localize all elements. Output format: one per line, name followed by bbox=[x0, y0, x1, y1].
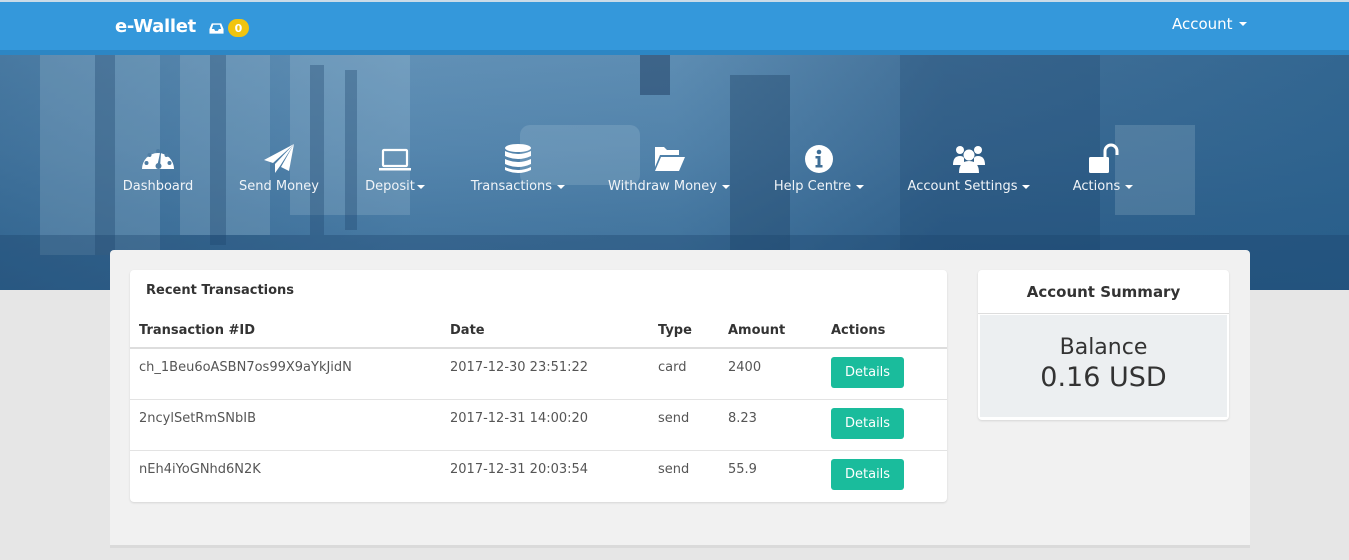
paper-plane-icon bbox=[264, 144, 294, 173]
column-header-date: Date bbox=[441, 313, 649, 349]
database-icon bbox=[505, 144, 531, 173]
caret-down-icon bbox=[557, 184, 566, 189]
caret-down-icon bbox=[721, 184, 730, 189]
nav-withdraw-money[interactable]: Withdraw Money bbox=[608, 143, 730, 194]
users-icon bbox=[953, 146, 985, 173]
nav-transactions[interactable]: Transactions bbox=[470, 143, 566, 194]
nav-send-money[interactable]: Send Money bbox=[239, 143, 319, 194]
details-button[interactable]: Details bbox=[831, 407, 905, 439]
card-title: Account Summary bbox=[978, 270, 1229, 314]
nav-account-settings[interactable]: Account Settings bbox=[907, 143, 1031, 194]
account-summary-card: Account Summary Balance 0.16 USD bbox=[978, 270, 1229, 420]
column-header-type: Type bbox=[649, 313, 719, 349]
details-button[interactable]: Details bbox=[831, 357, 905, 388]
nav-help-centre[interactable]: Help Centre bbox=[773, 143, 865, 194]
brand-logo[interactable]: e-Wallet bbox=[115, 16, 196, 37]
transaction-date: 2017-12-31 14:00:20 bbox=[441, 399, 649, 451]
nav-label: Dashboard bbox=[122, 179, 194, 194]
table-header-row: Transaction #ID Date Type Amount Actions bbox=[130, 313, 947, 349]
laptop-icon bbox=[379, 148, 411, 171]
caret-down-icon bbox=[856, 184, 865, 189]
main-content: Recent Transactions Transaction #ID Date… bbox=[110, 250, 1250, 545]
caret-down-icon bbox=[1125, 184, 1134, 189]
nav-label: Deposit bbox=[365, 179, 415, 194]
caret-down-icon bbox=[1022, 184, 1031, 189]
nav-label: Help Centre bbox=[773, 179, 852, 194]
balance-label: Balance bbox=[1059, 335, 1148, 360]
nav-label: Withdraw Money bbox=[608, 179, 717, 194]
table-row: 2ncylSetRmSNbIB 2017-12-31 14:00:20 send… bbox=[130, 399, 947, 451]
caret-down-icon bbox=[416, 184, 425, 189]
transaction-date: 2017-12-31 20:03:54 bbox=[450, 461, 589, 477]
nav-label: Actions bbox=[1072, 179, 1121, 194]
info-circle-icon bbox=[805, 145, 833, 173]
column-header-id: Transaction #ID bbox=[130, 313, 441, 349]
notifications-button[interactable]: 0 bbox=[209, 19, 249, 37]
column-header-amount: Amount bbox=[719, 313, 822, 349]
folder-open-icon bbox=[655, 147, 685, 171]
transaction-type: card bbox=[649, 348, 719, 400]
balance-value: 0.16 USD bbox=[1040, 362, 1167, 393]
nav-label: Account Settings bbox=[907, 179, 1018, 194]
nav-dashboard[interactable]: Dashboard bbox=[122, 143, 194, 194]
transaction-id: 2ncylSetRmSNbIB bbox=[130, 399, 441, 451]
dashboard-gauge-icon bbox=[142, 149, 174, 169]
transaction-amount: 8.23 bbox=[719, 399, 822, 451]
recent-transactions-card: Recent Transactions Transaction #ID Date… bbox=[130, 270, 947, 502]
table-row: nEh4iYoGNhd6N2K 2017-12-31 20:03:54 send… bbox=[130, 450, 947, 501]
transaction-id: ch_1Beu6oASBN7os99X9aYkJidN bbox=[130, 348, 441, 400]
top-navbar: e-Wallet 0 Account bbox=[0, 0, 1349, 55]
main-nav: Dashboard Send Money Deposit Transaction… bbox=[0, 143, 1349, 203]
account-label: Account bbox=[1172, 15, 1233, 33]
nav-actions[interactable]: Actions bbox=[1072, 143, 1134, 194]
unlock-icon bbox=[1089, 143, 1119, 173]
caret-down-icon bbox=[1238, 22, 1247, 26]
transactions-table: Transaction #ID Date Type Amount Actions… bbox=[130, 313, 947, 501]
nav-label: Send Money bbox=[239, 179, 319, 194]
card-title: Recent Transactions bbox=[146, 283, 295, 298]
nav-deposit[interactable]: Deposit bbox=[365, 143, 425, 194]
nav-label: Transactions bbox=[470, 179, 553, 194]
transaction-type: send bbox=[658, 461, 690, 477]
column-header-actions: Actions bbox=[822, 313, 947, 349]
notification-badge: 0 bbox=[228, 19, 249, 37]
transaction-amount: 55.9 bbox=[728, 461, 757, 477]
transaction-type: send bbox=[649, 399, 719, 451]
transaction-id: nEh4iYoGNhd6N2K bbox=[139, 461, 261, 477]
transaction-amount: 2400 bbox=[719, 348, 822, 400]
inbox-icon bbox=[209, 22, 224, 34]
table-row: ch_1Beu6oASBN7os99X9aYkJidN 2017-12-30 2… bbox=[130, 348, 947, 400]
transaction-date: 2017-12-30 23:51:22 bbox=[441, 348, 649, 400]
details-button[interactable]: Details bbox=[831, 458, 905, 490]
account-dropdown[interactable]: Account bbox=[1172, 15, 1247, 33]
balance-panel: Balance 0.16 USD bbox=[980, 315, 1227, 417]
